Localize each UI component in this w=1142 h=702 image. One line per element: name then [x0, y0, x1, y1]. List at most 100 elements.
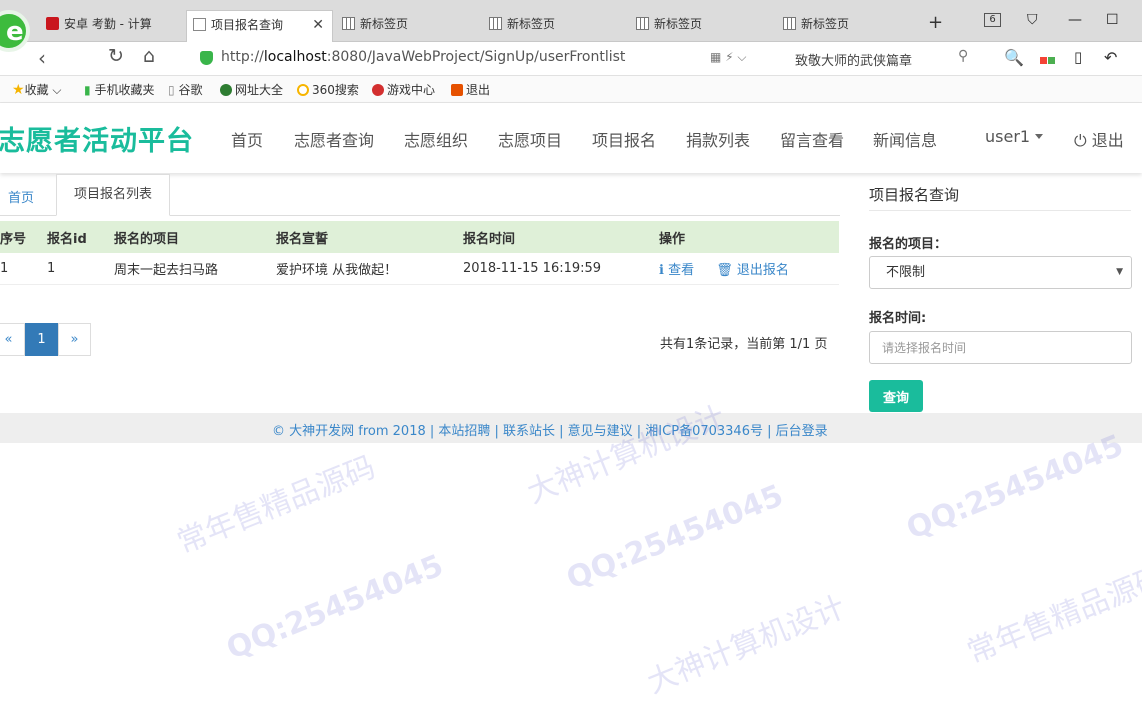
watermark-qq: QQ:25454045 [561, 478, 789, 597]
dropdown-arrow-icon: ▼ [1116, 267, 1123, 277]
breadcrumb-home[interactable]: 首页 [8, 187, 34, 206]
url-field[interactable]: http://localhost:8080/JavaWebProject/Sig… [190, 46, 980, 72]
browser-tab-4[interactable]: 新标签页 [483, 12, 623, 42]
nav-organizations[interactable]: 志愿组织 [404, 127, 468, 151]
nav-projects[interactable]: 志愿项目 [498, 127, 562, 151]
sidebar-title: 项目报名查询 [869, 186, 960, 204]
power-icon: ⏻ [1074, 131, 1087, 150]
nav-messages[interactable]: 留言查看 [780, 127, 844, 151]
cell-time: 2018-11-15 16:19:59 [455, 253, 651, 285]
col-index: 序号 [0, 221, 39, 253]
home-icon[interactable]: ⌂ [143, 45, 155, 67]
star-icon: ★ [12, 82, 25, 98]
caret-down-icon [1035, 134, 1044, 139]
footer-links[interactable]: © 大神开发网 from 2018 | 本站招聘 | 联系站长 | 意见与建议 … [272, 420, 828, 439]
cell-id: 1 [39, 253, 106, 285]
signup-table: 序号 报名id 报名的项目 报名宣誓 报名时间 操作 1 1 周末一起去扫马路 … [0, 221, 839, 285]
browser-tab-1[interactable]: 安卓 考勤 - 计算 [40, 12, 180, 42]
globe-icon [220, 84, 232, 96]
search-engine-icon[interactable]: 🔍 [1004, 48, 1024, 67]
bookmark-favorites[interactable]: ★收藏 ⌵ [12, 81, 62, 98]
nav-home[interactable]: 首页 [231, 127, 263, 151]
watermark-design: 大神计算机设计 [522, 399, 731, 511]
watermark-source: 常年售精品源码 [172, 449, 381, 561]
nav-volunteer-search[interactable]: 志愿者查询 [294, 127, 374, 151]
query-button[interactable]: 查询 [869, 380, 923, 412]
view-link[interactable]: ℹ 查看 [659, 263, 694, 278]
watermark-design-2: 大神计算机设计 [642, 589, 851, 701]
info-icon: ℹ [659, 262, 664, 278]
trash-icon: 🗑 [716, 262, 733, 278]
shirt-icon[interactable]: ⛉ [1027, 12, 1038, 28]
user-menu[interactable]: user1 [985, 127, 1044, 146]
new-tab-icon [783, 17, 796, 30]
col-actions: 操作 [651, 221, 839, 253]
device-icon[interactable]: ▯ [1074, 48, 1082, 66]
col-id: 报名id [39, 221, 106, 253]
browser-tab-active[interactable]: 项目报名查询 ✕ [186, 10, 333, 43]
document-icon [193, 18, 206, 31]
back-icon[interactable]: ‹ [38, 46, 46, 70]
breadcrumb: 首页 项目报名列表 [0, 174, 840, 216]
sidebar-divider [869, 210, 1131, 211]
undo-icon[interactable]: ↶ [1104, 48, 1117, 67]
page-1-button[interactable]: 1 [25, 323, 58, 356]
tab-count-badge[interactable]: 6 [984, 13, 1001, 27]
cell-actions: ℹ 查看 🗑 退出报名 [651, 253, 839, 285]
address-bar: ‹ ↻ ⌂ http://localhost:8080/JavaWebProje… [0, 42, 1142, 76]
page-info: 共有1条记录，当前第 1/1 页 [660, 337, 828, 352]
cell-project: 周末一起去扫马路 [106, 253, 268, 285]
pagination: « 1 » [0, 323, 91, 356]
browser-tab-6[interactable]: 新标签页 [777, 12, 917, 42]
table-header-row: 序号 报名id 报名的项目 报名宣誓 报名时间 操作 [0, 221, 839, 253]
tab-favicon-icon [46, 17, 59, 30]
watermark-qq-3: QQ:25454045 [221, 548, 449, 667]
bookmark-google[interactable]: ▯ 谷歌 [168, 81, 202, 98]
bookmark-game-center[interactable]: 游戏中心 [372, 81, 435, 98]
url-text[interactable]: http://localhost:8080/JavaWebProject/Sig… [221, 49, 625, 65]
bookmark-exit[interactable]: 退出 [451, 81, 490, 98]
signup-time-input[interactable] [869, 331, 1132, 364]
search-icon[interactable]: ⚲ [958, 48, 968, 64]
next-page-button[interactable]: » [58, 323, 91, 356]
project-select[interactable]: 不限制 ▼ [869, 256, 1132, 289]
new-tab-icon [489, 17, 502, 30]
url-tools-icon[interactable]: ▦ ⚡ ⌵ [710, 50, 747, 65]
search-ring-icon [297, 84, 309, 96]
phone-icon: ▮ [84, 83, 91, 97]
apps-icon[interactable] [1040, 49, 1055, 68]
bookmark-url-directory[interactable]: 网址大全 [220, 81, 283, 98]
col-time: 报名时间 [455, 221, 651, 253]
new-tab-icon [636, 17, 649, 30]
bookmark-mobile[interactable]: ▮ 手机收藏夹 [84, 81, 154, 98]
browser-tab-5[interactable]: 新标签页 [630, 12, 770, 42]
tab-signup-list[interactable]: 项目报名列表 [56, 174, 170, 216]
game-icon [372, 84, 384, 96]
watermark-source-2: 常年售精品源码 [962, 559, 1142, 671]
nav-project-signup[interactable]: 项目报名 [592, 127, 656, 151]
col-project: 报名的项目 [106, 221, 268, 253]
withdraw-link[interactable]: 🗑 退出报名 [716, 263, 789, 278]
time-filter-label: 报名时间: [869, 311, 927, 326]
prev-page-button[interactable]: « [0, 323, 25, 356]
site-footer: © 大神开发网 from 2018 | 本站招聘 | 联系站长 | 意见与建议 … [0, 413, 1142, 443]
nav-donations[interactable]: 捐款列表 [686, 127, 750, 151]
table-row: 1 1 周末一起去扫马路 爱护环境 从我做起！ 2018-11-15 16:19… [0, 253, 839, 285]
new-tab-icon [342, 17, 355, 30]
exit-icon [451, 84, 463, 96]
watermark-qq-2: QQ:25454045 [901, 428, 1129, 547]
cell-index: 1 [0, 253, 39, 285]
search-suggestion[interactable]: 致敬大师的武侠篇章 [795, 50, 912, 69]
nav-news[interactable]: 新闻信息 [873, 127, 937, 151]
browser-tab-strip: e 安卓 考勤 - 计算 项目报名查询 ✕ 新标签页 新标签页 新标签页 新标签… [0, 0, 1142, 52]
browser-tab-3[interactable]: 新标签页 [336, 12, 476, 42]
bookmark-360-search[interactable]: 360搜索 [297, 81, 359, 98]
close-tab-icon[interactable]: ✕ [312, 11, 324, 39]
site-logo[interactable]: 志愿者活动平台 [0, 119, 194, 158]
maximize-icon[interactable]: ☐ [1106, 12, 1119, 28]
minimize-icon[interactable]: — [1068, 12, 1082, 28]
logout-button[interactable]: ⏻ 退出 [1074, 127, 1124, 151]
project-filter-label: 报名的项目： [869, 237, 948, 252]
new-tab-button[interactable]: + [928, 12, 943, 33]
reload-icon[interactable]: ↻ [108, 45, 124, 67]
